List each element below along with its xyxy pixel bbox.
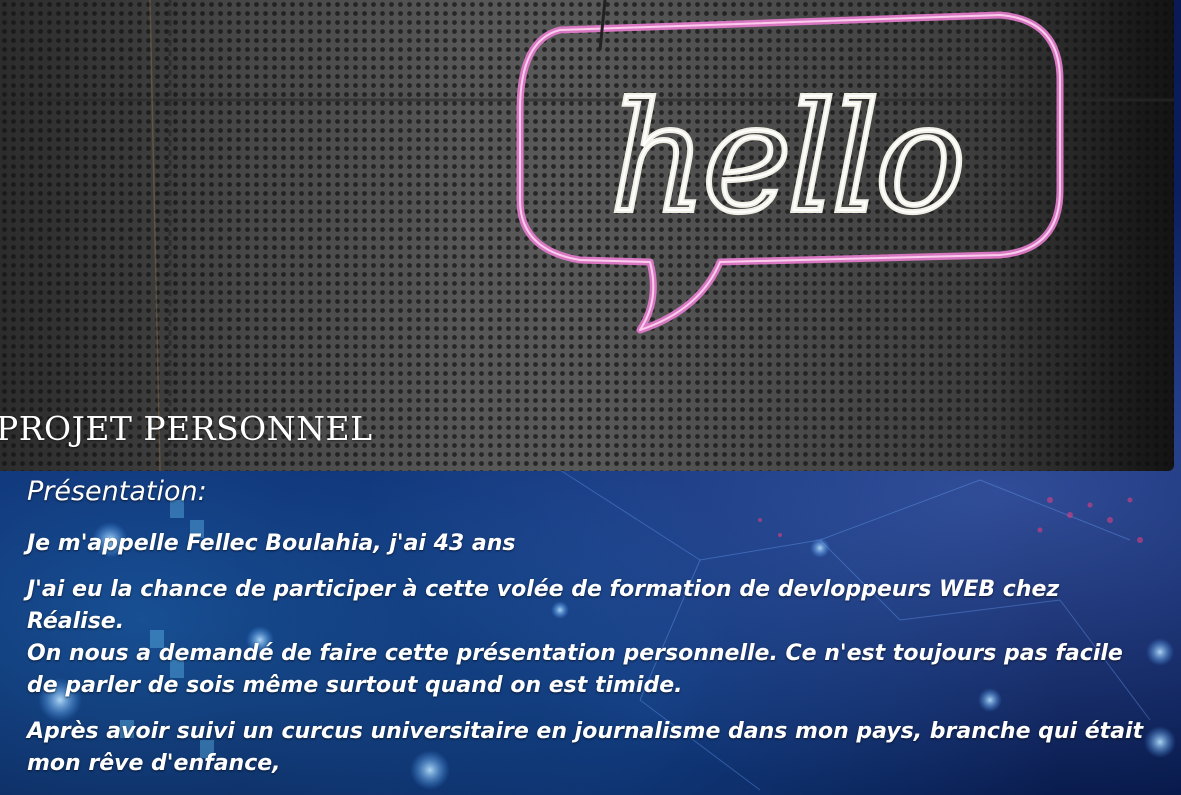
paragraph-presentation: On nous a demandé de faire cette présent… bbox=[27, 641, 1123, 698]
presentation-section: Présentation: Je m'appelle Fellec Boulah… bbox=[27, 476, 1157, 780]
hello-neon-sign-image: hello hello bbox=[0, 0, 1174, 471]
paragraph-training: J'ai eu la chance de participer à cette … bbox=[27, 577, 1060, 634]
svg-text:hello: hello bbox=[610, 72, 962, 246]
page-title: PROJET PERSONNEL bbox=[0, 409, 373, 448]
paragraph-journalism: Après avoir suivi un curcus universitair… bbox=[27, 719, 1144, 776]
paragraph-intro: Je m'appelle Fellec Boulahia, j'ai 43 an… bbox=[27, 531, 516, 556]
hero-banner: hello hello PROJET PERSONNEL bbox=[0, 0, 1174, 471]
section-heading: Présentation: bbox=[27, 476, 207, 507]
